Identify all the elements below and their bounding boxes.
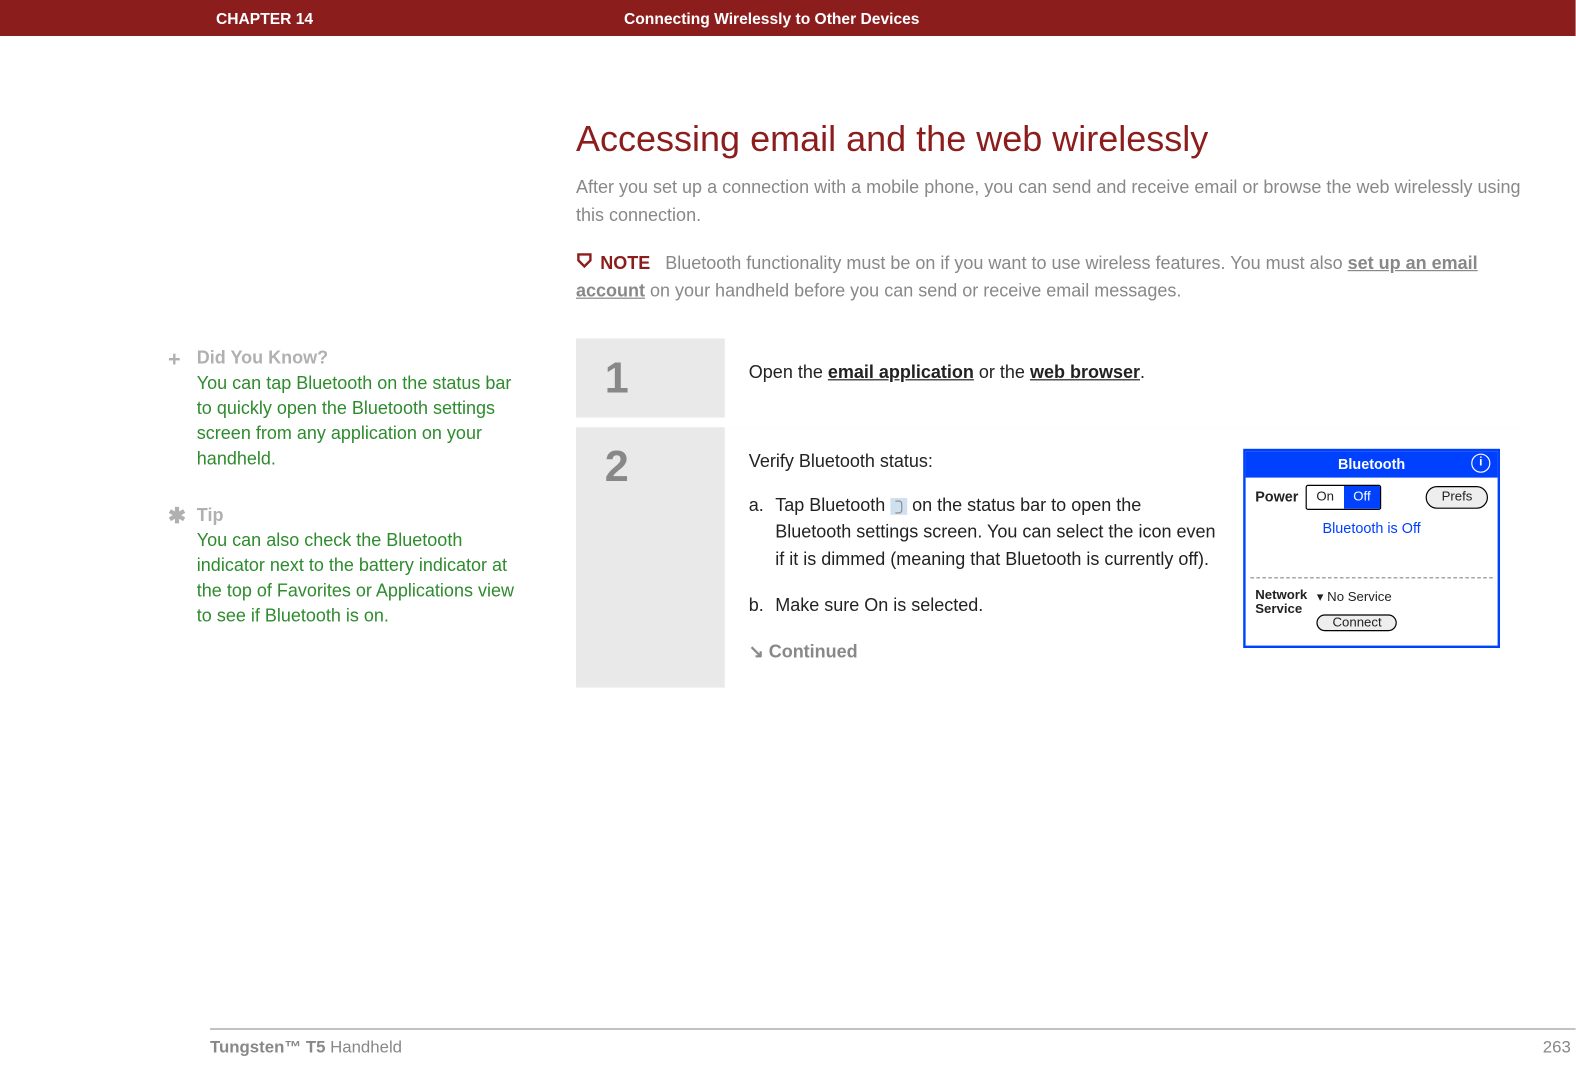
prefs-button[interactable]: Prefs [1426, 486, 1488, 508]
web-browser-link[interactable]: web browser [1030, 363, 1140, 383]
page-number: 263 [1543, 1037, 1576, 1056]
step-number: 1 [576, 339, 725, 418]
toggle-on[interactable]: On [1307, 486, 1344, 508]
chapter-title: Connecting Wirelessly to Other Devices [624, 9, 919, 27]
product-name: Tungsten™ T5 Handheld [210, 1037, 402, 1056]
step-2: 2 Verify Bluetooth status: a. Tap Blueto… [576, 427, 1524, 687]
arrow-down-right-icon: ↘ [749, 639, 764, 666]
step-number: 2 [576, 427, 725, 687]
chapter-header: CHAPTER 14 Connecting Wirelessly to Othe… [0, 0, 1576, 36]
steps-container: 1 Open the email application or the web … [576, 339, 1524, 688]
step-1: 1 Open the email application or the web … [576, 339, 1524, 428]
asterisk-icon: ✱ [168, 505, 197, 527]
continued-label: ↘Continued [749, 639, 1219, 666]
toggle-off[interactable]: Off [1344, 486, 1381, 508]
content: Accessing email and the web wirelessly A… [576, 120, 1524, 688]
note-icon [576, 251, 593, 278]
bluetooth-icon [890, 498, 907, 515]
tip-box: ✱ Tip You can also check the Bluetooth i… [168, 505, 528, 629]
chapter-label: CHAPTER 14 [216, 9, 624, 27]
info-icon[interactable]: i [1471, 454, 1490, 473]
email-application-link[interactable]: email application [828, 363, 974, 383]
plus-icon: + [168, 348, 197, 370]
section-intro: After you set up a connection with a mob… [576, 175, 1524, 229]
power-toggle[interactable]: OnOff [1306, 485, 1382, 510]
network-status[interactable]: No Service [1317, 588, 1488, 608]
section-title: Accessing email and the web wirelessly [576, 120, 1524, 161]
network-service-label: NetworkService [1255, 588, 1307, 617]
did-you-know-body: You can tap Bluetooth on the status bar … [197, 371, 528, 472]
connect-button[interactable]: Connect [1317, 615, 1397, 632]
note-label: NOTE [600, 253, 650, 273]
bluetooth-panel: Bluetooth i Power OnOff Prefs Bluetooth … [1243, 449, 1500, 648]
bluetooth-status: Bluetooth is Off [1246, 517, 1498, 575]
did-you-know-box: + Did You Know? You can tap Bluetooth on… [168, 348, 528, 472]
note-text-post: on your handheld before you can send or … [645, 280, 1181, 300]
power-label: Power [1255, 487, 1298, 509]
did-you-know-heading: Did You Know? [197, 348, 528, 368]
step-2-lead: Verify Bluetooth status: [749, 449, 1219, 476]
tip-body: You can also check the Bluetooth indicat… [197, 528, 528, 629]
note-block: NOTE Bluetooth functionality must be on … [576, 251, 1524, 305]
bluetooth-panel-title: Bluetooth i [1246, 451, 1498, 477]
sidebar: + Did You Know? You can tap Bluetooth on… [168, 120, 576, 688]
step-2a: a. Tap Bluetooth on the status bar to op… [749, 493, 1219, 574]
note-text-pre: Bluetooth functionality must be on if yo… [665, 253, 1347, 273]
step-2b: b. Make sure On is selected. [749, 593, 1219, 620]
page-footer: Tungsten™ T5 Handheld 263 [210, 1028, 1576, 1056]
tip-heading: Tip [197, 505, 528, 525]
step-1-text: Open the email application or the web br… [749, 360, 1500, 396]
